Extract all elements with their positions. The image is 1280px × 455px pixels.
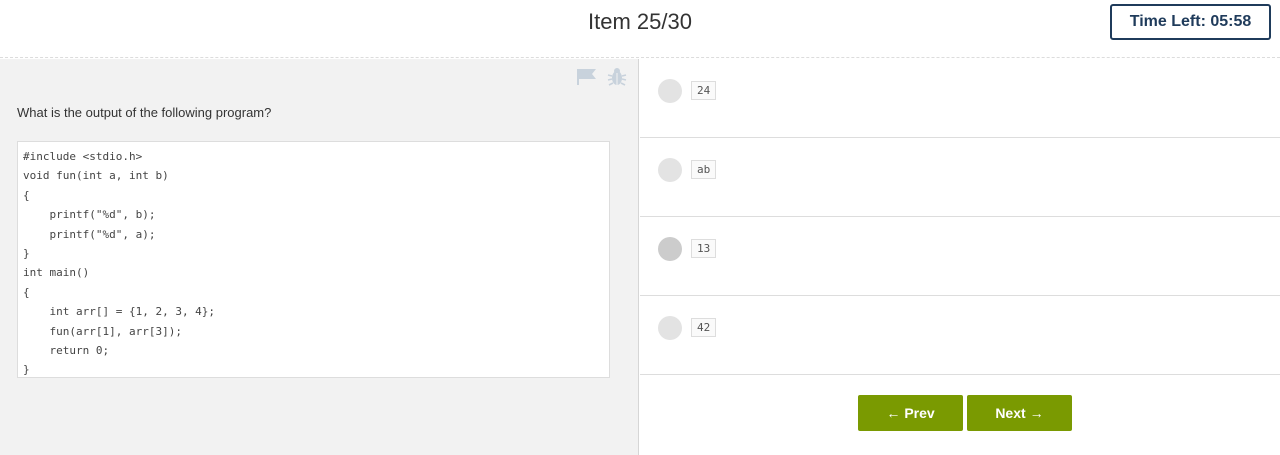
code-line: printf("%d", a); <box>23 227 156 241</box>
code-line: #include <stdio.h> <box>23 150 143 163</box>
answer-option-2[interactable]: ab <box>640 138 1280 217</box>
prev-label: Prev <box>904 405 935 421</box>
radio-button[interactable] <box>658 316 682 340</box>
bug-icon[interactable] <box>606 67 628 87</box>
item-counter: Item 25/30 <box>588 9 692 34</box>
code-line: { <box>23 285 30 299</box>
code-line: void fun(int a, int b) <box>23 169 169 183</box>
prev-button[interactable]: ← Prev <box>858 395 963 431</box>
arrow-right-icon: → <box>1029 405 1044 421</box>
answer-option-4[interactable]: 42 <box>640 296 1280 375</box>
answer-panel: 24 ab 13 42 ← Prev Next → <box>640 59 1280 455</box>
code-line: int main() <box>23 266 90 280</box>
flag-icon[interactable] <box>576 67 598 87</box>
arrow-left-icon: ← <box>886 405 901 421</box>
code-line: } <box>23 363 30 377</box>
code-line: return 0; <box>23 344 110 358</box>
option-label: 13 <box>691 239 717 258</box>
header-bar: Item 25/30 Time Left: 05:58 <box>0 0 1280 58</box>
question-panel: What is the output of the following prog… <box>0 59 639 455</box>
code-line: { <box>23 188 30 202</box>
question-tools <box>576 67 628 87</box>
option-label: ab <box>691 160 717 179</box>
code-line: int arr[] = {1, 2, 3, 4}; <box>23 305 216 319</box>
next-label: Next <box>995 405 1026 421</box>
answer-option-1[interactable]: 24 <box>640 59 1280 138</box>
radio-button[interactable] <box>658 158 682 182</box>
code-line: } <box>23 247 30 261</box>
code-line: fun(arr[1], arr[3]); <box>23 324 182 338</box>
question-prompt: What is the output of the following prog… <box>17 105 272 120</box>
option-label: 24 <box>691 81 717 100</box>
next-button[interactable]: Next → <box>967 395 1072 431</box>
radio-button[interactable] <box>658 237 682 261</box>
time-left-timer: Time Left: 05:58 <box>1110 4 1271 40</box>
answer-option-3[interactable]: 13 <box>640 217 1280 296</box>
option-label: 42 <box>691 318 717 337</box>
radio-button[interactable] <box>658 79 682 103</box>
code-line: printf("%d", b); <box>23 208 156 222</box>
code-block: #include <stdio.h> void fun(int a, int b… <box>17 141 610 378</box>
